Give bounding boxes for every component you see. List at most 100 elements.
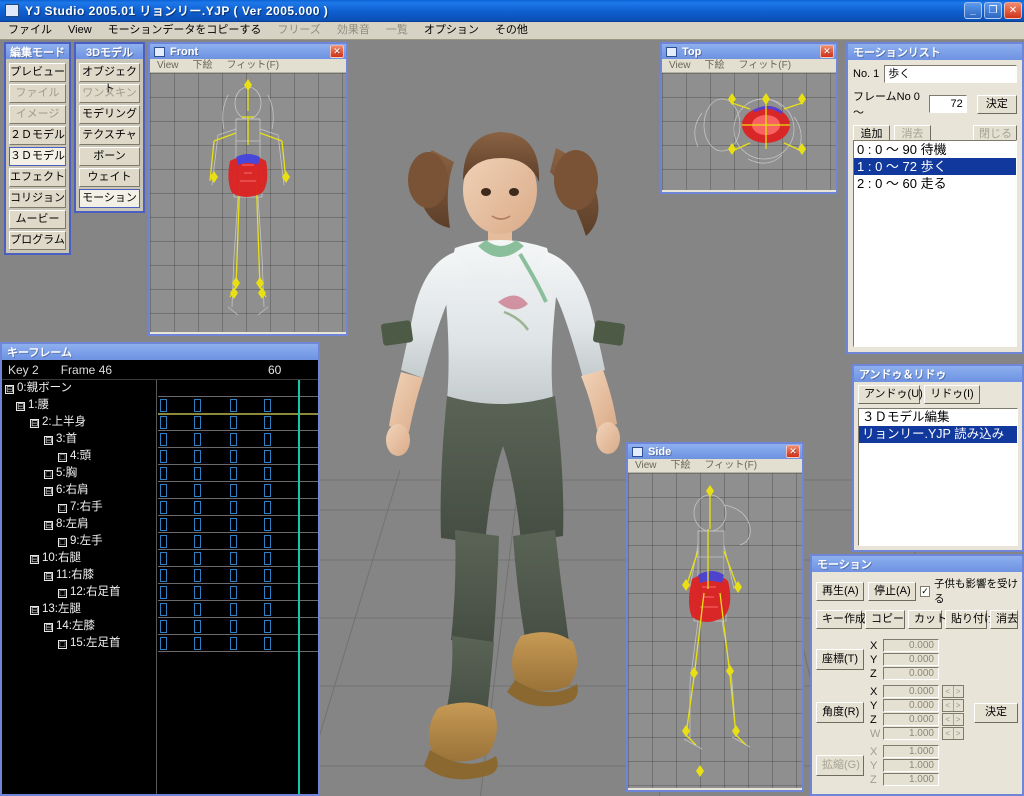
keyframe-key-marker[interactable] (264, 535, 271, 548)
keyframe-lane[interactable] (158, 618, 318, 635)
keyframe-key-marker[interactable] (264, 450, 271, 463)
side-menu-underlay[interactable]: 下絵 (664, 459, 698, 472)
keyframe-key-marker[interactable] (160, 399, 167, 412)
keyframe-key-marker[interactable] (230, 535, 237, 548)
top-viewport-close-icon[interactable]: ✕ (820, 45, 834, 58)
keyframe-key-marker[interactable] (160, 586, 167, 599)
keyframe-key-marker[interactable] (264, 416, 271, 429)
keyframe-key-marker[interactable] (230, 637, 237, 650)
keyframe-key-marker[interactable] (230, 484, 237, 497)
spin-left-icon[interactable]: < (943, 700, 954, 711)
keyframe-key-marker[interactable] (194, 416, 201, 429)
tree-toggle-icon[interactable]: □ (58, 640, 67, 649)
keyframe-key-marker[interactable] (230, 569, 237, 582)
create-key-button[interactable]: キー作成 (816, 610, 866, 629)
close-button[interactable]: ✕ (1004, 2, 1022, 19)
keyframe-body[interactable]: ⊟0:親ボーン ⊟1:腰 ⊟2:上半身 ⊟3:首 □4:頭 □5:胸 (2, 380, 318, 794)
bone-row-1[interactable]: ⊟ 1:腰 (2, 397, 156, 414)
keyframe-key-marker[interactable] (160, 416, 167, 429)
keyframe-key-marker[interactable] (160, 433, 167, 446)
tree-toggle-icon[interactable]: ⊟ (16, 402, 25, 411)
menu-view[interactable]: View (60, 22, 100, 39)
model-mode-texture[interactable]: テクスチャ (79, 126, 140, 145)
tree-toggle-icon[interactable]: ⊟ (44, 521, 53, 530)
keyframe-key-marker[interactable] (160, 501, 167, 514)
top-menu-view[interactable]: View (662, 59, 698, 72)
keyframe-key-marker[interactable] (194, 535, 201, 548)
keyframe-key-marker[interactable] (230, 433, 237, 446)
keyframe-key-marker[interactable] (160, 637, 167, 650)
keyframe-key-marker[interactable] (230, 501, 237, 514)
keyframe-key-marker[interactable] (194, 484, 201, 497)
spin-left-icon[interactable]: < (943, 686, 954, 697)
keyframe-key-marker[interactable] (160, 450, 167, 463)
front-viewport-canvas[interactable] (150, 73, 346, 332)
window-titlebar[interactable]: YJ Studio 2005.01 リョンリー.YJP ( Ver 2005.0… (0, 0, 1024, 22)
angle-z-spinner[interactable]: < > (942, 713, 964, 726)
keyframe-key-marker[interactable] (194, 518, 201, 531)
keyframe-lane[interactable] (158, 465, 318, 482)
spin-right-icon[interactable]: > (954, 686, 964, 697)
bone-row-4[interactable]: □ 4:頭 (2, 448, 156, 465)
maximize-button[interactable]: ❐ (984, 2, 1002, 19)
keyframe-key-marker[interactable] (230, 552, 237, 565)
top-viewport-canvas[interactable] (662, 73, 836, 190)
tree-toggle-icon[interactable]: ⊟ (44, 487, 53, 496)
keyframe-key-marker[interactable] (194, 552, 201, 565)
model-mode-bone[interactable]: ボーン (79, 147, 140, 166)
keyframe-lane[interactable] (158, 414, 318, 431)
undo-item-1[interactable]: リョンリー.YJP 読み込み (859, 426, 1017, 443)
edit-mode-movie[interactable]: ムービー (9, 210, 66, 229)
keyframe-key-marker[interactable] (160, 603, 167, 616)
coord-x-field[interactable]: 0.000 (883, 639, 939, 652)
side-menu-fit[interactable]: フィット(F) (698, 459, 765, 472)
spin-right-icon[interactable]: > (954, 714, 964, 725)
front-menu-fit[interactable]: フィット(F) (220, 59, 287, 72)
angle-x-field[interactable]: 0.000 (883, 685, 939, 698)
model-mode-weight[interactable]: ウェイト (79, 168, 140, 187)
cut-button[interactable]: カット (908, 610, 947, 629)
bone-row-2[interactable]: ⊟ 2:上半身 (2, 414, 156, 431)
spin-right-icon[interactable]: > (954, 728, 964, 739)
edit-mode-collision[interactable]: コリジョン (9, 189, 66, 208)
bone-row-6[interactable]: ⊟ 6:右肩 (2, 482, 156, 499)
bone-row-0[interactable]: ⊟ 0:親ボーン (2, 380, 156, 397)
angle-x-spinner[interactable]: < > (942, 685, 964, 698)
keyframe-key-marker[interactable] (264, 552, 271, 565)
keyframe-lane[interactable] (158, 448, 318, 465)
keyframe-key-marker[interactable] (264, 399, 271, 412)
side-menu-view[interactable]: View (628, 459, 664, 472)
stop-button[interactable]: 停止(A) (868, 581, 916, 601)
spin-left-icon[interactable]: < (943, 728, 954, 739)
keyframe-key-marker[interactable] (160, 552, 167, 565)
keyframe-key-marker[interactable] (230, 518, 237, 531)
keyframe-key-marker[interactable] (264, 501, 271, 514)
keyframe-key-marker[interactable] (230, 399, 237, 412)
keyframe-key-marker[interactable] (264, 467, 271, 480)
keyframe-key-marker[interactable] (264, 637, 271, 650)
top-viewport-titlebar[interactable]: Top ✕ (662, 44, 836, 59)
angle-y-field[interactable]: 0.000 (883, 699, 939, 712)
undo-item-0[interactable]: ３Ｄモデル編集 (859, 409, 1017, 426)
keyframe-key-marker[interactable] (160, 535, 167, 548)
undo-button[interactable]: アンドゥ(U) (858, 385, 923, 404)
keyframe-lane[interactable] (158, 431, 318, 448)
motion-name-input[interactable]: 歩く (884, 65, 1017, 83)
edit-mode-2dmodel[interactable]: ２Ｄモデル (9, 126, 66, 145)
keyframe-key-marker[interactable] (194, 501, 201, 514)
edit-mode-preview[interactable]: プレビュー (9, 63, 66, 82)
keyframe-key-marker[interactable] (194, 603, 201, 616)
bone-row-8[interactable]: ⊟ 8:左肩 (2, 516, 156, 533)
keyframe-key-marker[interactable] (194, 450, 201, 463)
keyframe-lane[interactable] (158, 397, 318, 414)
keyframe-key-marker[interactable] (264, 433, 271, 446)
edit-mode-program[interactable]: プログラム (9, 231, 66, 250)
front-menu-view[interactable]: View (150, 59, 186, 72)
redo-button[interactable]: リドゥ(I) (924, 385, 980, 404)
bone-row-14[interactable]: ⊟ 14:左膝 (2, 618, 156, 635)
bone-row-9[interactable]: □ 9:左手 (2, 533, 156, 550)
keyframe-key-marker[interactable] (194, 569, 201, 582)
tree-toggle-icon[interactable]: ⊟ (44, 623, 53, 632)
motion-listbox[interactable]: 0 : 0 ～ 90 待機 1 : 0 ～ 72 歩く 2 : 0 ～ 60 走… (853, 140, 1017, 347)
tree-toggle-icon[interactable]: ⊟ (5, 385, 14, 394)
